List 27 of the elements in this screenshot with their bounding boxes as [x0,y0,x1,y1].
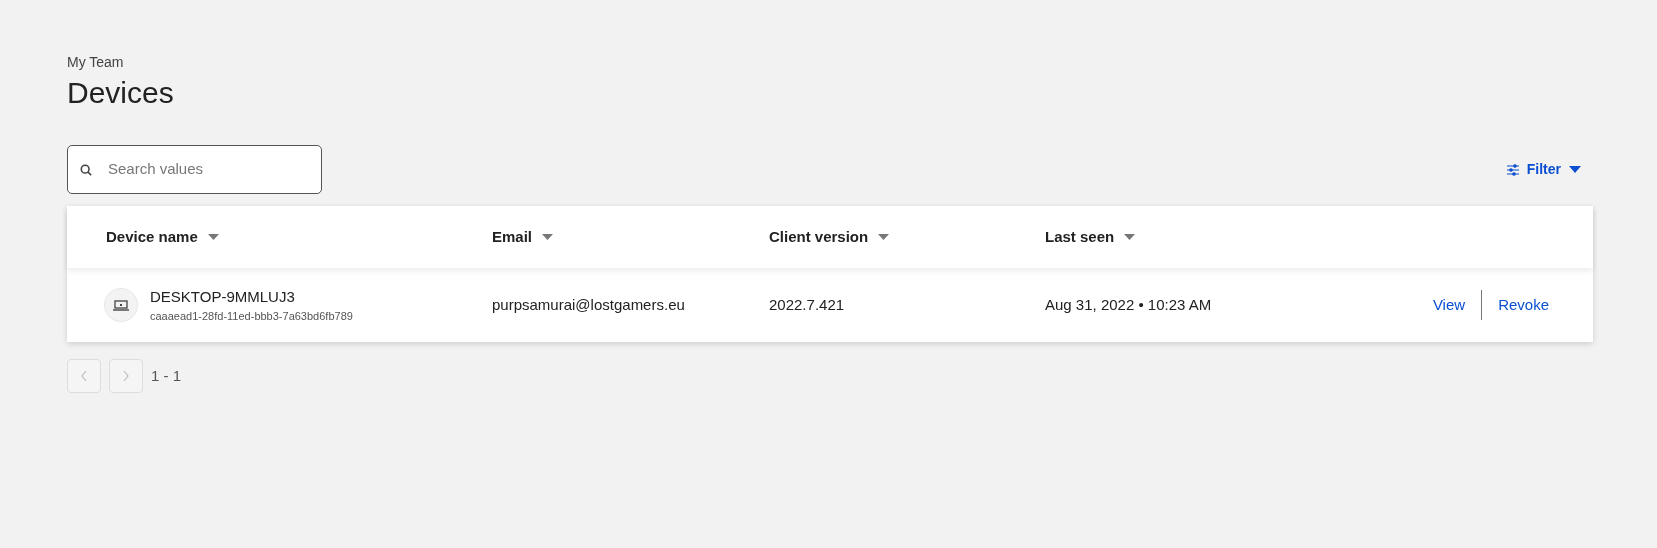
page-title: Devices [67,75,175,111]
sliders-icon [1506,163,1519,176]
column-header[interactable]: Last seen [1045,225,1115,249]
column-header[interactable]: Device name [106,225,198,249]
breadcrumb-text: My Team [67,53,125,72]
column-header[interactable]: Email [492,225,533,249]
sort-caret-icon[interactable] [878,234,890,240]
chevron-left-icon [79,369,89,383]
table-cell-text: 2022.7.421 [769,294,846,315]
device-name: DESKTOP-9MMLUJ3 [150,286,296,307]
page-range: 1 - 1 [151,365,181,386]
search-input[interactable]: Search values [106,157,309,182]
sort-caret-icon[interactable] [207,234,219,240]
laptop-icon [113,299,129,311]
table-cell-text: Aug 31, 2022 • 10:23 AM [1045,294,1213,315]
caret-icon [1569,166,1581,173]
column-header[interactable]: Client version [769,225,869,249]
sort-caret-icon[interactable] [1124,234,1136,240]
chevron-right-icon [121,369,131,383]
sort-caret-icon[interactable] [542,234,554,240]
table-cell-text: purpsamurai@lostgamers.eu [492,294,686,315]
device-id: caaaead1-28fd-11ed-bbb3-7a63bd6fb789 [150,309,353,324]
filter-button[interactable]: Filter [1506,159,1581,180]
view-link[interactable]: View [1416,293,1482,317]
revoke-link[interactable]: Revoke [1482,293,1565,317]
search-box[interactable]: Search values [67,145,322,194]
search-icon [80,162,92,177]
